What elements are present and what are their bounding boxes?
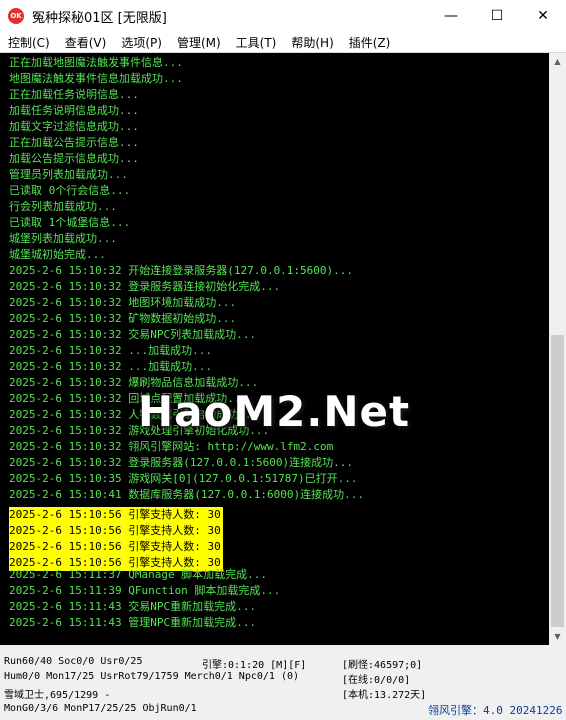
log-line: 地图魔法触发事件信息加载成功... [9, 72, 183, 85]
log-line: 2025-2-6 15:11:37 QManage 脚本加载完成... [9, 568, 268, 581]
log-line: 2025-2-6 15:11:43 管理NPC重新加载完成... [9, 616, 256, 629]
log-line-row: 2025-2-6 15:11:37 QManage 脚本加载完成... [9, 567, 364, 583]
status-online: [在线:0/0/0] [342, 675, 411, 686]
log-line-row: 加载任务说明信息成功... [9, 103, 364, 119]
status-guard: 雪域卫士,695/1299 - [4, 690, 111, 701]
log-line: 加载任务说明信息成功... [9, 104, 139, 117]
log-line-row: 行会列表加载成功... [9, 199, 364, 215]
log-line: 已读取 1个城堡信息... [9, 216, 131, 229]
log-line: 2025-2-6 15:10:32 ...加载成功... [9, 360, 212, 373]
log-line-row: 2025-2-6 15:10:56 引擎支持人数: 30 [9, 519, 364, 539]
log-line-row: 城堡列表加载成功... [9, 231, 364, 247]
status-engine-time: 引擎:0:1:20 [M][F] [202, 660, 307, 671]
log-line: 行会列表加载成功... [9, 200, 117, 213]
log-line: 2025-2-6 15:10:32 登录服务器连接初始化完成... [9, 280, 281, 293]
log-line-row: 2025-2-6 15:11:39 QFunction 脚本加载完成... [9, 583, 364, 599]
log-line-row: 2025-2-6 15:10:56 引擎支持人数: 30 [9, 503, 364, 523]
log-line-row: 2025-2-6 15:10:32 交易NPC列表加载成功... [9, 327, 364, 343]
log-line: 加载公告提示信息成功... [9, 152, 139, 165]
menu-options[interactable]: 选项(P) [113, 34, 169, 51]
window-title: 冤种探秘01区 [无限版] [32, 10, 167, 26]
log-line: 2025-2-6 15:10:32 地图环境加载成功... [9, 296, 237, 309]
log-line: 正在加载地图魔法触发事件信息... [9, 56, 183, 69]
maximize-button[interactable]: ☐ [474, 0, 520, 32]
log-line: 管理员列表加载成功... [9, 168, 128, 181]
status-refresh: [刷怪:46597;0] [342, 660, 423, 671]
log-line: 加载文字过滤信息成功... [9, 120, 139, 133]
log-line-row: 正在加载公告提示信息... [9, 135, 364, 151]
log-line-row: 已读取 1个城堡信息... [9, 215, 364, 231]
app-icon[interactable]: OK [8, 8, 24, 24]
scroll-up-arrow-icon[interactable]: ▲ [549, 53, 566, 70]
log-line-row: 2025-2-6 15:10:35 游戏网关[0](127.0.0.1:5178… [9, 471, 364, 487]
log-line-row: 地图魔法触发事件信息加载成功... [9, 71, 364, 87]
log-line-row: 加载文字过滤信息成功... [9, 119, 364, 135]
log-line-row: 2025-2-6 15:10:56 引擎支持人数: 30 [9, 551, 364, 571]
log-line-row: 2025-2-6 15:10:41 数据库服务器(127.0.0.1:6000)… [9, 487, 364, 503]
log-line-row: 2025-2-6 15:10:32 ...加载成功... [9, 359, 364, 375]
title-bar: OK 冤种探秘01区 [无限版] — ☐ ✕ [0, 0, 566, 32]
log-line-row: 2025-2-6 15:10:32 登录服务器(127.0.0.1:5600)连… [9, 455, 364, 471]
log-line: 城堡列表加载成功... [9, 232, 117, 245]
log-line: 2025-2-6 15:11:43 交易NPC重新加载完成... [9, 600, 256, 613]
menu-control[interactable]: 控制(C) [0, 34, 57, 51]
log-line: 2025-2-6 15:10:35 游戏网关[0](127.0.0.1:5178… [9, 472, 358, 485]
menu-help[interactable]: 帮助(H) [283, 34, 340, 51]
log-line: 正在加载公告提示信息... [9, 136, 139, 149]
menu-view[interactable]: 查看(V) [57, 34, 114, 51]
status-bar: Run60/40 Soc0/0 Usr0/25 引擎:0:1:20 [M][F]… [0, 652, 566, 720]
log-line: 2025-2-6 15:11:39 QFunction 脚本加载完成... [9, 584, 281, 597]
status-run: Run60/40 Soc0/0 Usr0/25 [4, 656, 143, 667]
log-line-row: 2025-2-6 15:10:32 矿物数据初始成功... [9, 311, 364, 327]
log-line-row: 2025-2-6 15:10:32 登录服务器连接初始化完成... [9, 279, 364, 295]
status-mon: MonG0/3/6 MonP17/25/25 ObjRun0/1 [4, 703, 197, 714]
log-line: 2025-2-6 15:10:32 开始连接登录服务器(127.0.0.1:56… [9, 264, 354, 277]
log-line: 2025-2-6 15:10:41 数据库服务器(127.0.0.1:6000)… [9, 488, 365, 501]
vertical-scrollbar[interactable]: ▲ ▼ [549, 53, 566, 645]
watermark-text: HaoM2.Net [138, 387, 411, 436]
status-local: [本机:13.272天] [342, 690, 427, 701]
log-line-row: 加载公告提示信息成功... [9, 151, 364, 167]
log-line-row: 城堡城初始完成... [9, 247, 364, 263]
log-line-row: 正在加载地图魔法触发事件信息... [9, 55, 364, 71]
log-line: 正在加载任务说明信息... [9, 88, 139, 101]
window-controls: — ☐ ✕ [428, 0, 566, 32]
log-line-row: 管理员列表加载成功... [9, 167, 364, 183]
log-line-row: 2025-2-6 15:11:43 管理NPC重新加载完成... [9, 615, 364, 631]
log-line: 2025-2-6 15:10:32 ...加载成功... [9, 344, 212, 357]
log-line-row: 已读取 0个行会信息... [9, 183, 364, 199]
status-hum: Hum0/0 Mon17/25 UsrRot79/1759 Merch0/1 N… [4, 671, 300, 682]
log-line-row: 2025-2-6 15:11:43 交易NPC重新加载完成... [9, 599, 364, 615]
log-line-row: 2025-2-6 15:10:56 引擎支持人数: 30 [9, 535, 364, 555]
console-log[interactable]: 正在加载地图魔法触发事件信息... 地图魔法触发事件信息加载成功... 正在加载任务… [0, 53, 549, 645]
menu-manage[interactable]: 管理(M) [169, 34, 228, 51]
log-line: 2025-2-6 15:10:32 翎风引擎网站: http://www.lfm… [9, 440, 334, 453]
log-line-row: 正在加载任务说明信息... [9, 87, 364, 103]
console-lines: 正在加载地图魔法触发事件信息... 地图魔法触发事件信息加载成功... 正在加载任务… [9, 55, 364, 631]
log-line: 已读取 0个行会信息... [9, 184, 131, 197]
menu-bar: 控制(C) 查看(V) 选项(P) 管理(M) 工具(T) 帮助(H) 插件(Z… [0, 32, 566, 53]
minimize-button[interactable]: — [428, 0, 474, 32]
scrollbar-thumb[interactable] [551, 335, 564, 627]
log-line-row: 2025-2-6 15:10:32 开始连接登录服务器(127.0.0.1:56… [9, 263, 364, 279]
menu-plugins[interactable]: 插件(Z) [341, 34, 398, 51]
log-line-row: 2025-2-6 15:10:32 翎风引擎网站: http://www.lfm… [9, 439, 364, 455]
menu-tools[interactable]: 工具(T) [228, 34, 284, 51]
log-line-row: 2025-2-6 15:10:32 ...加载成功... [9, 343, 364, 359]
log-line: 2025-2-6 15:10:32 矿物数据初始成功... [9, 312, 237, 325]
engine-version: 翎风引擎：4.0 20241226 [428, 704, 563, 717]
log-line: 城堡城初始完成... [9, 248, 106, 261]
scroll-down-arrow-icon[interactable]: ▼ [549, 628, 566, 645]
log-line-row: 2025-2-6 15:10:32 地图环境加载成功... [9, 295, 364, 311]
log-line: 2025-2-6 15:10:32 登录服务器(127.0.0.1:5600)连… [9, 456, 354, 469]
close-button[interactable]: ✕ [520, 0, 566, 32]
log-line: 2025-2-6 15:10:32 交易NPC列表加载成功... [9, 328, 256, 341]
